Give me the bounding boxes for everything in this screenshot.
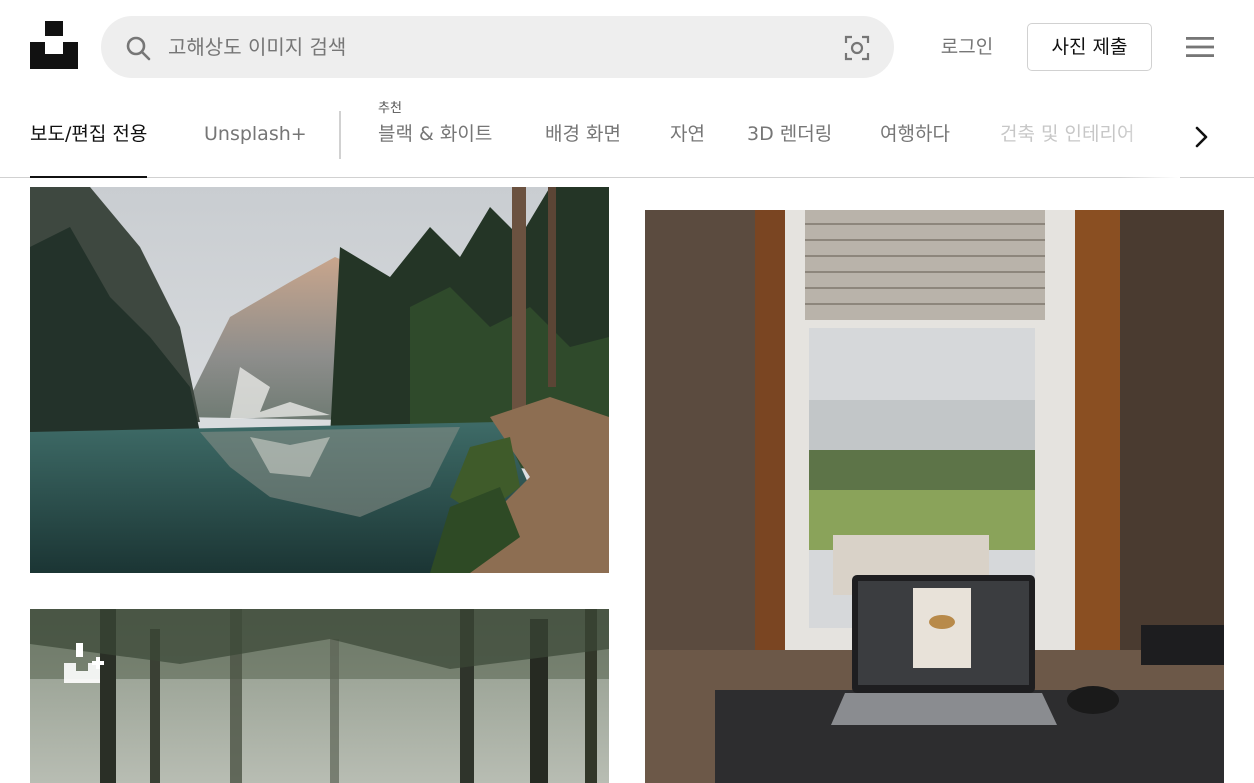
photo-misty-forest[interactable] <box>30 609 609 783</box>
topic-nature[interactable]: 자연 <box>670 94 705 178</box>
nav-fade <box>1120 94 1180 178</box>
topic-nav: 보도/편집 전용 Unsplash+ 추천 블랙 & 화이트 배경 화면 자연 … <box>0 94 1254 178</box>
search-bar[interactable] <box>101 16 894 78</box>
unsplash-plus-icon <box>62 641 106 685</box>
search-icon[interactable] <box>125 35 151 61</box>
topic-travel[interactable]: 여행하다 <box>880 94 950 178</box>
photo-laptop-window[interactable] <box>645 210 1224 783</box>
chevron-right-icon[interactable] <box>1186 122 1216 152</box>
photo-mountain-lake[interactable] <box>30 187 609 573</box>
top-header: 로그인 사진 제출 <box>0 0 1254 94</box>
visual-search-icon[interactable] <box>843 34 871 62</box>
topic-black-white[interactable]: 블랙 & 화이트 <box>378 94 492 178</box>
login-link[interactable]: 로그인 <box>922 30 1012 64</box>
topic-architecture-interior[interactable]: 건축 및 인테리어 <box>1000 94 1134 178</box>
page: 로그인 사진 제출 보도/편집 전용 Unsplash+ 추천 블랙 & 화이트… <box>0 0 1254 783</box>
submit-photo-button[interactable]: 사진 제출 <box>1027 23 1152 71</box>
nav-divider <box>339 111 341 159</box>
hamburger-menu-icon[interactable] <box>1183 33 1217 61</box>
topic-wallpapers[interactable]: 배경 화면 <box>545 94 621 178</box>
unsplash-logo-icon[interactable] <box>30 21 78 69</box>
tab-editorial[interactable]: 보도/편집 전용 <box>30 94 148 178</box>
tab-unsplash-plus[interactable]: Unsplash+ <box>204 94 307 178</box>
search-input[interactable] <box>168 16 818 78</box>
topic-3d-renders[interactable]: 3D 렌더링 <box>747 94 832 178</box>
